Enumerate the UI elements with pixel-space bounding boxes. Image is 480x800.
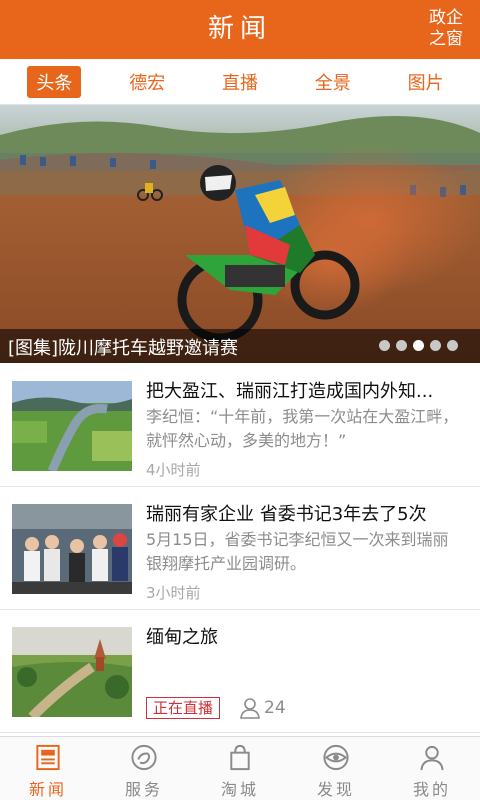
news-title: 缅甸之旅 [146,627,218,648]
live-badge: 正在直播 [146,697,221,719]
gov-portal-link[interactable]: 政企之窗 [424,8,468,50]
news-thumbnail [12,627,132,717]
nav-service[interactable]: 服务 [96,737,192,800]
news-thumbnail [12,504,132,594]
nav-shop[interactable]: 淘城 [192,737,288,800]
nav-label: 服务 [124,780,163,799]
news-list-item[interactable]: 缅甸之旅 正在直播 24 [0,611,480,733]
nav-profile[interactable]: 我的 [384,737,480,800]
viewer-count: 24 [240,697,286,719]
app-header: 新闻 政企之窗 [0,0,480,59]
nav-news[interactable]: 新闻 [0,737,96,800]
nav-discover[interactable]: 发现 [288,737,384,800]
viewer-count-value: 24 [264,698,286,718]
news-title: 瑞丽有家企业 省委书记3年去了5次 [146,504,427,525]
news-summary: 李纪恒：“十年前，我第一次站在大盈江畔，就怦然心动，多美的地方！” [146,407,459,450]
service-icon [131,744,157,771]
carousel-dot[interactable] [430,340,441,351]
featured-banner[interactable]: [图集]陇川摩托车越野邀请赛 [0,105,480,363]
nav-label: 淘城 [220,780,259,799]
news-list-item[interactable]: 把大盈江、瑞丽江打造成国内外知... 李纪恒：“十年前，我第一次站在大盈江畔，就… [0,365,480,487]
news-title: 把大盈江、瑞丽江打造成国内外知... [146,381,434,402]
banner-caption-bar: [图集]陇川摩托车越野邀请赛 [0,329,480,363]
tab-headlines[interactable]: 头条 [27,65,82,98]
person-icon [240,698,260,719]
bottom-navigation: 新闻 服务 淘城 发现 我的 [0,736,480,800]
news-summary: 5月15日，省委书记李纪恒又一次来到瑞丽银翔摩托产业园调研。 [146,530,449,573]
page-title: 新闻 [207,14,272,44]
carousel-dot-active[interactable] [413,340,424,351]
news-list-item[interactable]: 瑞丽有家企业 省委书记3年去了5次 5月15日，省委书记李纪恒又一次来到瑞丽银翔… [0,488,480,610]
news-timestamp: 3小时前 [146,584,201,602]
carousel-indicator [379,340,458,351]
nav-label: 新闻 [28,780,67,799]
nav-label: 我的 [412,780,451,799]
tab-pictures[interactable]: 图片 [399,66,453,98]
carousel-dot[interactable] [396,340,407,351]
tab-live[interactable]: 直播 [213,66,267,98]
news-timestamp: 4小时前 [146,461,201,479]
tab-dehong[interactable]: 德宏 [120,66,174,98]
news-thumbnail [12,381,132,471]
nav-label: 发现 [316,780,355,799]
eye-icon [323,744,349,771]
carousel-dot[interactable] [379,340,390,351]
newspaper-icon [36,744,60,771]
tab-panorama[interactable]: 全景 [306,66,360,98]
category-tabs: 头条 德宏 直播 全景 图片 [0,59,480,105]
shopping-bag-icon [230,744,250,771]
banner-caption: [图集]陇川摩托车越野邀请赛 [8,338,239,359]
banner-image [0,105,480,363]
carousel-dot[interactable] [447,340,458,351]
person-icon [420,745,444,771]
